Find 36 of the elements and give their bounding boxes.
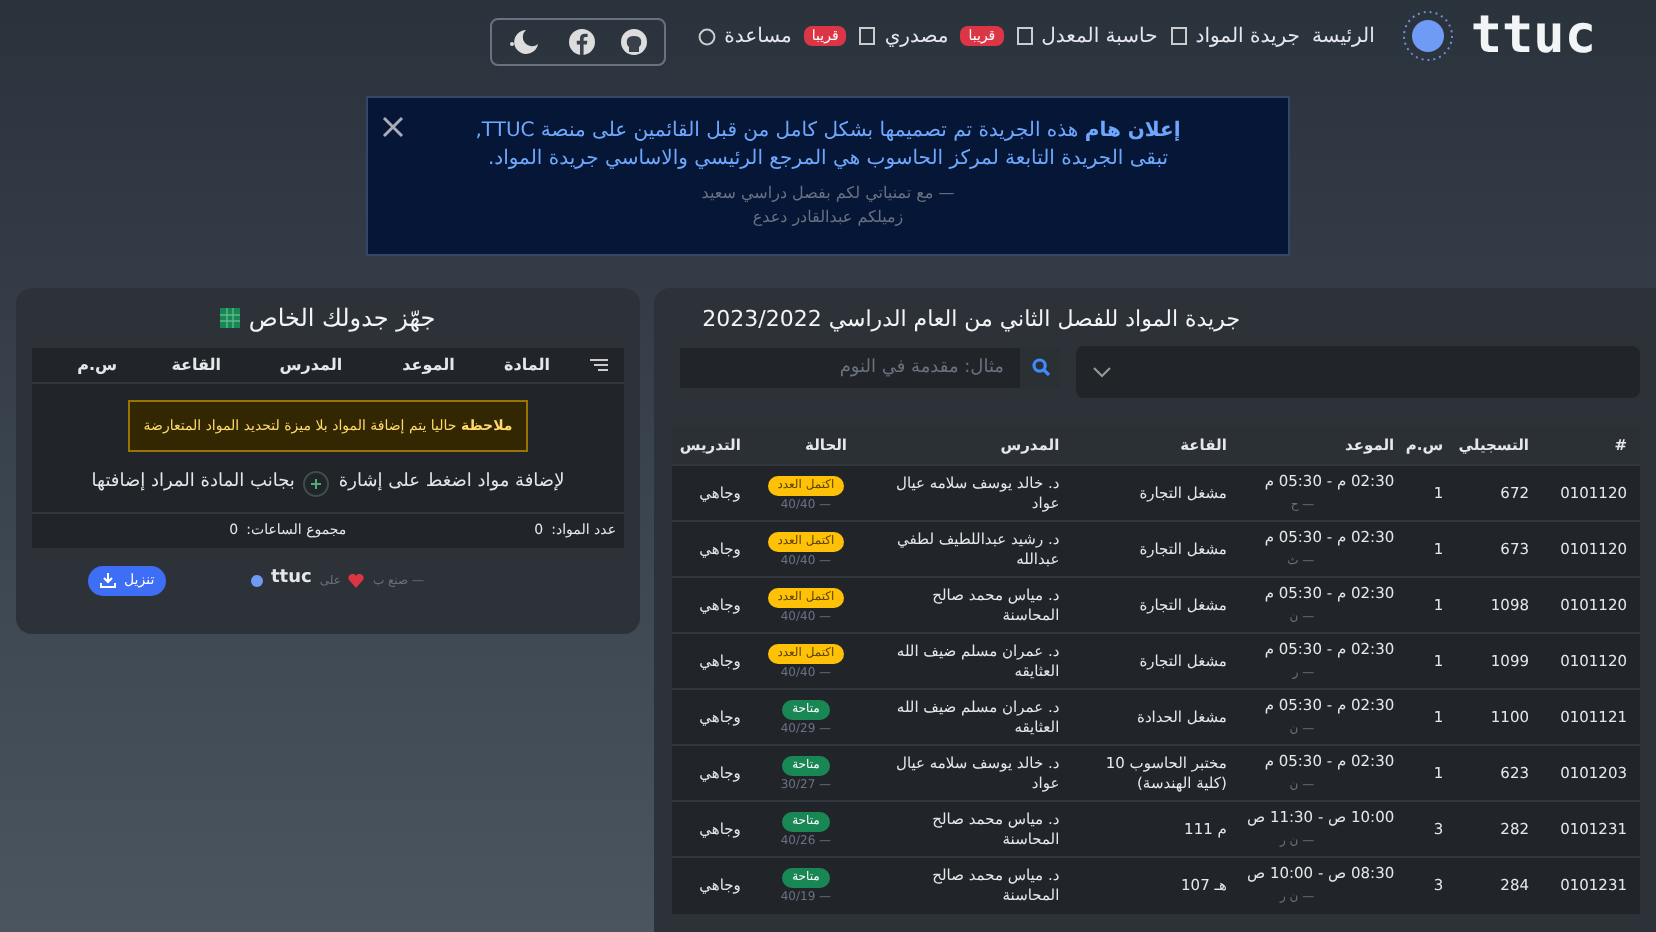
notice-text: إعلان هام هذه الجريدة تم تصميمها بشكل كامل من قبل القائمين على منصة TTUC, تبقى الجريدة التابعة لمركز الحاسوب هي المرجع الرئيسي والاساسي جريدة المواد. — [473, 118, 1183, 174]
page-icon — [1015, 26, 1034, 46]
search-field[interactable]: مثال: مقدمة في النوم — [680, 347, 1020, 387]
close-icon[interactable] — [382, 116, 404, 138]
credit-logo: ttuc — [271, 566, 312, 593]
column-header: س.م — [75, 353, 118, 377]
logo[interactable]: ttuc — [1470, 0, 1596, 75]
column-header: المادة — [502, 353, 550, 377]
select-field[interactable] — [1076, 345, 1640, 397]
nav-link[interactable]: مصدري — [858, 21, 949, 51]
notice-author: زميلكم عبدالقادر دعدع — [750, 206, 906, 230]
page-icon — [858, 26, 877, 46]
courses-title: جريدة المواد للفصل الثاني من العام الدراسي 2023/2022 — [700, 304, 1242, 336]
nav-link[interactable]: الرئيسة — [1311, 21, 1375, 51]
table-icon — [220, 308, 241, 328]
column-header: القاعة — [169, 353, 222, 377]
hint-text: لإضافة مواد اضغط على إشارة — [338, 470, 565, 497]
download-icon — [100, 572, 116, 588]
column-header: الموعد — [400, 353, 455, 377]
facebook-icon — [568, 28, 596, 56]
page-icon — [1169, 26, 1188, 46]
heart-icon — [348, 573, 365, 587]
logo-icon — [1402, 10, 1455, 62]
nav-link[interactable]: جريدة المواد — [1169, 21, 1300, 51]
schedule-title: جهّز جدولك الخاص — [248, 302, 436, 336]
moon-icon — [508, 28, 544, 56]
sort-icon — [590, 358, 608, 372]
logo-icon — [249, 573, 263, 587]
notice-signature: — مع تمنياتي لكم بفصل دراسي سعيد — [699, 182, 957, 206]
nav-link[interactable]: مساعدة — [698, 21, 792, 51]
nav-link[interactable]: حاسبة المعدل — [1015, 21, 1158, 51]
search-icon — [1031, 358, 1049, 376]
column-header: المدرس — [277, 353, 343, 377]
hint-text: بجانب المادة المراد إضافتها — [91, 470, 295, 497]
plus-icon — [302, 470, 331, 498]
chevron-down-icon — [1092, 365, 1112, 377]
